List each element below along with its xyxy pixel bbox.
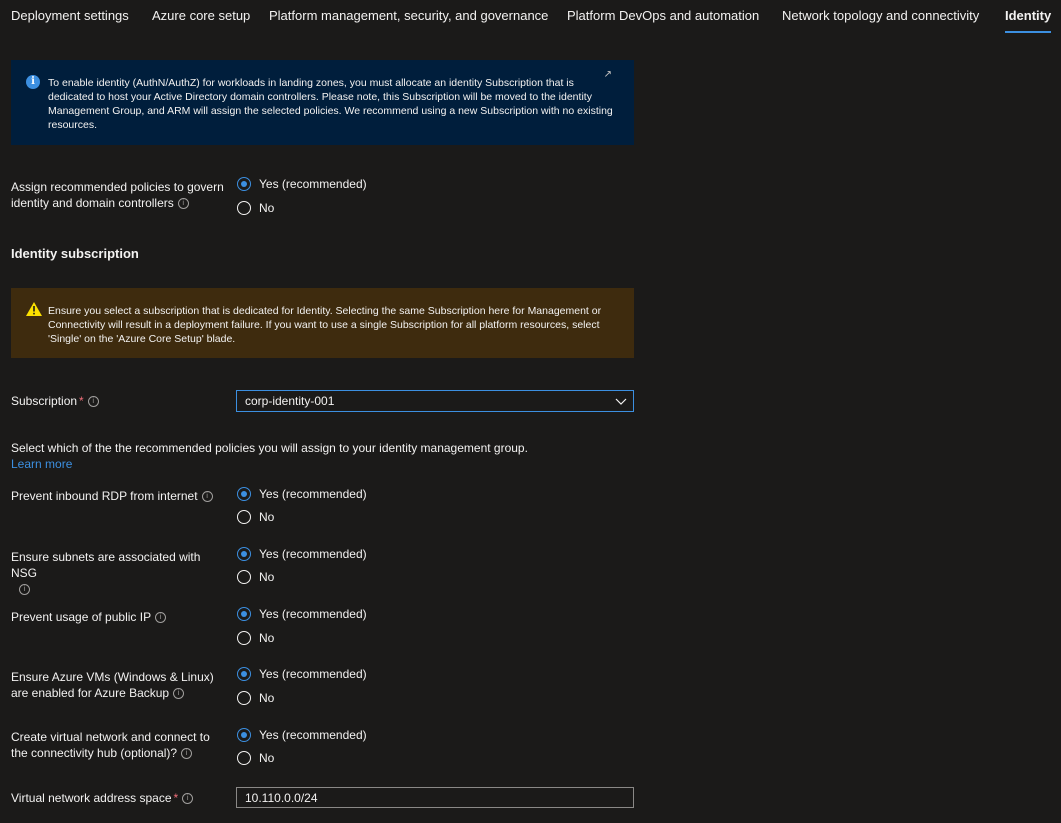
subscription-field: Subscription * i — [11, 393, 229, 409]
radio-selected-icon — [237, 177, 251, 191]
assign-policies-yes-radio[interactable]: Yes (recommended) — [237, 176, 367, 192]
policies-description: Select which of the the recommended poli… — [11, 440, 528, 472]
tab-azure-core-setup[interactable]: Azure core setup — [152, 8, 250, 23]
radio-label: Yes (recommended) — [259, 667, 367, 681]
info-banner-text: To enable identity (AuthN/AuthZ) for wor… — [48, 77, 613, 131]
radio-selected-icon — [237, 607, 251, 621]
policy-public-ip-field: Prevent usage of public IP i — [11, 609, 229, 625]
radio-label: Yes (recommended) — [259, 547, 367, 561]
chevron-down-icon — [615, 398, 627, 405]
assign-policies-label: Assign recommended policies to govern id… — [11, 180, 224, 210]
warning-banner-text: Ensure you select a subscription that is… — [48, 305, 602, 345]
radio-unselected-icon — [237, 631, 251, 645]
warning-icon — [26, 302, 42, 316]
radio-unselected-icon — [237, 510, 251, 524]
radio-unselected-icon — [237, 691, 251, 705]
radio-label: No — [259, 510, 275, 524]
info-icon: i — [26, 75, 40, 89]
info-tooltip-icon[interactable]: i — [173, 688, 185, 700]
info-tooltip-icon[interactable]: i — [155, 612, 167, 624]
policy-vnet-field: Create virtual network and connect to th… — [11, 729, 229, 761]
radio-label: No — [259, 631, 275, 645]
policy-vnet-yes-radio[interactable]: Yes (recommended) — [237, 727, 367, 743]
radio-selected-icon — [237, 547, 251, 561]
radio-label: No — [259, 691, 275, 705]
policy-backup-yes-radio[interactable]: Yes (recommended) — [237, 666, 367, 682]
subscription-selected-value: corp-identity-001 — [245, 394, 335, 408]
info-tooltip-icon[interactable]: i — [181, 748, 193, 760]
vnet-address-input[interactable] — [236, 787, 634, 808]
vnet-address-label: Virtual network address space — [11, 791, 172, 805]
radio-selected-icon — [237, 728, 251, 742]
policy-public-ip-no-radio[interactable]: No — [237, 630, 274, 646]
policy-vnet-no-radio[interactable]: No — [237, 750, 274, 766]
active-tab-indicator — [1005, 31, 1051, 33]
radio-selected-icon — [237, 487, 251, 501]
vnet-address-field: Virtual network address space * i — [11, 790, 229, 806]
assign-policies-no-radio[interactable]: No — [237, 200, 274, 216]
required-asterisk: * — [173, 791, 179, 805]
policy-backup-field: Ensure Azure VMs (Windows & Linux) are e… — [11, 669, 229, 701]
section-title-identity-subscription: Identity subscription — [11, 246, 139, 261]
subscription-dropdown[interactable]: corp-identity-001 — [236, 390, 634, 412]
policy-rdp-field: Prevent inbound RDP from internet i — [11, 488, 229, 504]
policy-label: Prevent usage of public IP — [11, 610, 152, 624]
policy-public-ip-yes-radio[interactable]: Yes (recommended) — [237, 606, 367, 622]
info-tooltip-icon[interactable]: i — [19, 584, 30, 596]
learn-more-link[interactable]: Learn more — [11, 456, 528, 472]
radio-label: No — [259, 201, 275, 215]
radio-label: Yes (recommended) — [259, 728, 367, 742]
tab-platform-devops[interactable]: Platform DevOps and automation — [567, 8, 759, 23]
tab-platform-management[interactable]: Platform management, security, and gover… — [269, 8, 548, 23]
subscription-label: Subscription — [11, 394, 78, 408]
radio-unselected-icon — [237, 751, 251, 765]
radio-selected-icon — [237, 667, 251, 681]
tab-identity[interactable]: Identity — [1005, 8, 1051, 23]
radio-label: No — [259, 751, 275, 765]
info-tooltip-icon[interactable]: i — [201, 491, 213, 503]
radio-unselected-icon — [237, 570, 251, 584]
info-tooltip-icon[interactable]: i — [87, 396, 99, 408]
radio-label: Yes (recommended) — [259, 607, 367, 621]
policy-label: Create virtual network and connect to th… — [11, 730, 210, 760]
policy-rdp-no-radio[interactable]: No — [237, 509, 274, 525]
assign-policies-field: Assign recommended policies to govern id… — [11, 179, 229, 211]
info-banner: i To enable identity (AuthN/AuthZ) for w… — [11, 60, 634, 145]
policies-description-text: Select which of the the recommended poli… — [11, 441, 528, 455]
info-tooltip-icon[interactable]: i — [182, 793, 194, 805]
radio-label: Yes (recommended) — [259, 487, 367, 501]
tab-bar: Deployment settings Azure core setup Pla… — [0, 0, 1061, 34]
required-asterisk: * — [79, 394, 84, 408]
radio-label: No — [259, 570, 275, 584]
tab-deployment-settings[interactable]: Deployment settings — [11, 8, 129, 23]
warning-banner: Ensure you select a subscription that is… — [11, 288, 634, 358]
policy-label: Ensure subnets are associated with NSG — [11, 550, 201, 580]
policy-backup-no-radio[interactable]: No — [237, 690, 274, 706]
policy-nsg-no-radio[interactable]: No — [237, 569, 274, 585]
info-tooltip-icon[interactable]: i — [177, 198, 189, 210]
policy-label: Prevent inbound RDP from internet — [11, 489, 198, 503]
radio-label: Yes (recommended) — [259, 177, 367, 191]
external-link-icon[interactable]: ↗ — [604, 68, 612, 82]
tab-network-topology[interactable]: Network topology and connectivity — [782, 8, 979, 23]
policy-rdp-yes-radio[interactable]: Yes (recommended) — [237, 486, 367, 502]
policy-nsg-yes-radio[interactable]: Yes (recommended) — [237, 546, 367, 562]
radio-unselected-icon — [237, 201, 251, 215]
policy-nsg-field: Ensure subnets are associated with NSG i — [11, 549, 229, 597]
